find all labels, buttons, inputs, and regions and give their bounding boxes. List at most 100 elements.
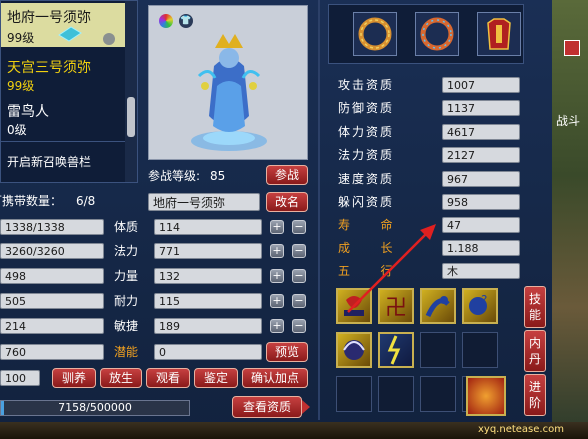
- color-wheel-icon[interactable]: [159, 14, 173, 28]
- rename-button[interactable]: 改名: [266, 192, 308, 212]
- attr-label: 敏捷: [114, 319, 139, 333]
- attr-label: 耐力: [114, 294, 139, 308]
- attr-value: 132: [154, 268, 262, 284]
- potential-label: 潜能: [114, 345, 139, 359]
- advance-emblem-icon[interactable]: [466, 376, 506, 416]
- empty-skill-slot[interactable]: [420, 332, 456, 368]
- empty-skill-slot[interactable]: [420, 376, 456, 412]
- attr-value: 114: [154, 219, 262, 235]
- tab-advance[interactable]: 进阶: [524, 374, 546, 416]
- carry-count-label: 可携带数量：: [0, 194, 63, 208]
- svg-text:?: ?: [481, 293, 487, 307]
- minus-button[interactable]: −: [292, 269, 306, 283]
- plus-button[interactable]: +: [270, 244, 284, 258]
- armor-icon: [487, 18, 511, 50]
- view-quality-button[interactable]: 查看资质: [232, 396, 302, 418]
- carry-count-value: 6/8: [76, 194, 96, 208]
- list-divider: [1, 141, 125, 142]
- summon-level: 0级: [7, 123, 27, 137]
- aptitude-value: 967: [442, 171, 520, 187]
- open-new-slot-button[interactable]: 开启新召唤兽栏: [7, 153, 91, 170]
- attr-value: 115: [154, 293, 262, 309]
- window-close-icon[interactable]: [564, 40, 580, 56]
- mp-field: 3260/3260: [0, 243, 104, 259]
- game-world-strip: [552, 0, 588, 439]
- minus-button[interactable]: −: [292, 319, 306, 333]
- ring-icon: [358, 17, 392, 51]
- column-divider: [318, 0, 320, 420]
- aptitude-label: 速度资质: [338, 172, 395, 186]
- skill-icon[interactable]: [336, 332, 372, 368]
- attr-value: 771: [154, 243, 262, 259]
- aptitude-value: 4617: [442, 124, 520, 140]
- identify-button[interactable]: 鉴定: [194, 368, 238, 388]
- arrow-right-icon: [302, 400, 310, 414]
- summon-list-item[interactable]: 地府一号须弥 99级: [1, 3, 125, 47]
- spirit-field: 760: [0, 344, 104, 360]
- loyalty-field: 100: [0, 370, 40, 386]
- plus-button[interactable]: +: [270, 269, 284, 283]
- growth-value: 1.188: [442, 240, 520, 256]
- aptitude-label: 躲闪资质: [338, 195, 395, 209]
- equipment-slot[interactable]: [415, 12, 459, 56]
- preview-button[interactable]: 预览: [266, 342, 308, 362]
- minus-button[interactable]: −: [292, 294, 306, 308]
- summon-name: 地府一号须弥: [7, 10, 91, 26]
- attr-value: 189: [154, 318, 262, 334]
- skill-icon[interactable]: [378, 332, 414, 368]
- attr-label: 力量: [114, 269, 139, 283]
- lock-icon[interactable]: [103, 33, 115, 45]
- element-value: 木: [442, 263, 520, 279]
- summon-beast-window: 地府一号须弥 99级 天宫三号须弥 99级 雷鸟人 0级 开启新召唤兽栏 可携带…: [0, 0, 588, 439]
- equipment-slot[interactable]: [353, 12, 397, 56]
- battle-corner-label: 战斗: [556, 114, 581, 128]
- scrollbar-thumb[interactable]: [127, 97, 135, 137]
- aptitude-value: 2127: [442, 147, 520, 163]
- tab-inner-core[interactable]: 内丹: [524, 330, 546, 372]
- aptitude-label: 体力资质: [338, 125, 395, 139]
- gem-icon: [57, 25, 83, 43]
- exp-bar: 7158/500000: [0, 400, 190, 416]
- site-watermark: xyq.netease.com: [478, 424, 564, 435]
- release-button[interactable]: 放生: [100, 368, 142, 388]
- plus-button[interactable]: +: [270, 319, 284, 333]
- plus-button[interactable]: +: [270, 220, 284, 234]
- equipment-slot[interactable]: [477, 12, 521, 56]
- defense-field: 505: [0, 293, 104, 309]
- tame-button[interactable]: 驯养: [52, 368, 96, 388]
- aptitude-value: 1137: [442, 100, 520, 116]
- annotation-arrow: [347, 224, 436, 313]
- equipment-panel: [328, 4, 524, 64]
- collar-icon: [420, 17, 454, 51]
- minus-button[interactable]: −: [292, 244, 306, 258]
- watch-button[interactable]: 观看: [146, 368, 190, 388]
- summon-list-item[interactable]: 雷鸟人 0级: [1, 97, 125, 137]
- exp-value: 7158/500000: [58, 401, 132, 414]
- skill-icon[interactable]: ?: [462, 288, 498, 324]
- attack-field: 498: [0, 268, 104, 284]
- aptitude-label: 防御资质: [338, 101, 395, 115]
- empty-skill-slot[interactable]: [336, 376, 372, 412]
- attr-label: 法力: [114, 244, 139, 258]
- battle-button[interactable]: 参战: [266, 165, 308, 185]
- potential-value: 0: [154, 344, 262, 360]
- summon-level: 99级: [7, 79, 35, 93]
- aptitude-value: 1007: [442, 77, 520, 93]
- pet-name-field[interactable]: 地府一号须弥: [148, 193, 260, 211]
- summon-list-item[interactable]: 天宫三号须弥 99级: [1, 53, 125, 93]
- confirm-points-button[interactable]: 确认加点: [242, 368, 308, 388]
- empty-skill-slot[interactable]: [462, 332, 498, 368]
- tab-skills[interactable]: 技能: [524, 286, 546, 328]
- battle-level-label: 参战等级:: [148, 169, 201, 183]
- empty-skill-slot[interactable]: [378, 376, 414, 412]
- aptitude-value: 958: [442, 194, 520, 210]
- hp-field: 1338/1338: [0, 219, 104, 235]
- summon-list: 地府一号须弥 99级 天宫三号须弥 99级 雷鸟人 0级 开启新召唤兽栏: [0, 0, 138, 183]
- lifespan-value: 47: [442, 217, 520, 233]
- aptitude-label: 攻击资质: [338, 78, 395, 92]
- plus-button[interactable]: +: [270, 294, 284, 308]
- scrollbar[interactable]: [125, 1, 137, 182]
- pet-figure-image: [191, 34, 267, 151]
- battle-level-value: 85: [210, 169, 226, 183]
- minus-button[interactable]: −: [292, 220, 306, 234]
